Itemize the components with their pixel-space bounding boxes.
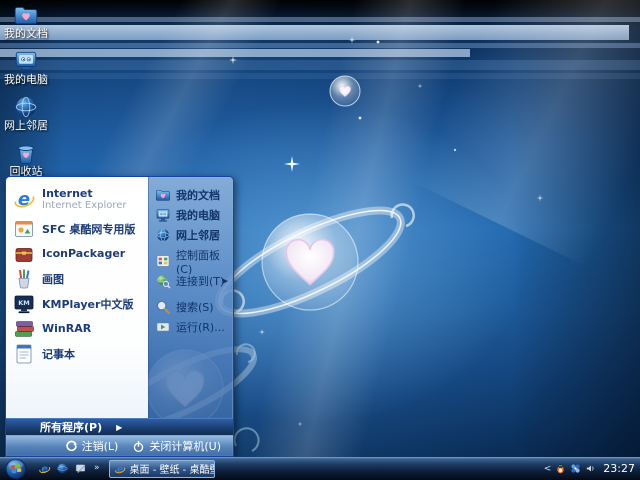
start-menu-item-run[interactable]: 运行(R)... xyxy=(152,317,231,337)
start-menu-item-title: WinRAR xyxy=(42,322,91,335)
start-menu-pinned-column: Internet Internet Explorer SFC 桌酷网专用版 Ic… xyxy=(6,177,148,418)
start-menu-item-iconpackager[interactable]: IconPackager xyxy=(8,241,146,266)
network-places-icon xyxy=(155,227,171,243)
system-tray: < 23:27 xyxy=(544,462,640,475)
start-menu-item-title: Internet xyxy=(42,187,127,200)
start-menu-item-control-panel[interactable]: 控制面板(C) xyxy=(152,251,231,271)
tray-collapse-chevron[interactable]: < xyxy=(544,464,552,474)
log-off-button[interactable]: 注销(L) xyxy=(65,438,119,454)
quick-launch-internet-explorer-icon[interactable] xyxy=(38,462,51,475)
start-menu-item-paint[interactable]: 画图 xyxy=(8,266,146,291)
start-menu-session-bar: 注销(L) 关闭计算机(U) xyxy=(6,435,233,456)
documents-folder-icon xyxy=(13,2,39,28)
kmplayer-icon xyxy=(12,292,36,316)
start-menu-columns: Internet Internet Explorer SFC 桌酷网专用版 Ic… xyxy=(6,177,233,418)
internet-explorer-icon xyxy=(114,463,126,475)
desktop-icon-label: 网上邻居 xyxy=(4,120,48,132)
start-menu-item-title: 画图 xyxy=(42,271,64,287)
taskbar: » 桌面 - 壁纸 - 桌酷壁... < 23:27 xyxy=(0,457,640,480)
desktop-icon-label: 我的电脑 xyxy=(4,74,48,86)
iconpackager-icon xyxy=(12,242,36,266)
start-menu-item-label: 搜索(S) xyxy=(176,299,214,315)
tray-pinwheel-icon[interactable] xyxy=(570,463,581,474)
tray-volume-icon[interactable] xyxy=(585,463,596,474)
tray-messenger-penguin-icon[interactable] xyxy=(555,463,566,474)
start-menu-item-winrar[interactable]: WinRAR xyxy=(8,316,146,341)
recycle-bin-icon xyxy=(13,140,39,166)
start-menu-item-label: 运行(R)... xyxy=(176,319,225,335)
shut-down-label: 关闭计算机(U) xyxy=(149,438,221,454)
winrar-icon xyxy=(12,317,36,341)
network-globe-icon xyxy=(13,94,39,120)
quick-launch-overflow-chevron[interactable]: » xyxy=(92,464,100,473)
desktop-icon-column: 我的文档 我的电脑 网上邻居 回收站 xyxy=(2,2,50,186)
my-documents-icon xyxy=(155,187,171,203)
all-programs-button[interactable]: 所有程序(P) ▶ xyxy=(6,418,233,435)
start-menu-item-subtitle: Internet Explorer xyxy=(42,200,127,211)
sfc-app-icon xyxy=(12,217,36,241)
taskbar-task-button[interactable]: 桌面 - 壁纸 - 桌酷壁... xyxy=(109,460,215,478)
internet-explorer-icon xyxy=(12,187,36,211)
start-menu-item-my-computer[interactable]: 我的电脑 xyxy=(152,205,231,225)
start-menu-item-title: SFC 桌酷网专用版 xyxy=(42,221,135,237)
desktop-icon-network-places[interactable]: 网上邻居 xyxy=(2,94,50,140)
screen: 我的文档 我的电脑 网上邻居 回收站 Internet xyxy=(0,0,640,480)
shut-down-button[interactable]: 关闭计算机(U) xyxy=(132,438,221,454)
notepad-icon xyxy=(12,342,36,366)
search-icon xyxy=(155,299,171,315)
start-menu-item-kmplayer[interactable]: KMPlayer中文版 xyxy=(8,291,146,316)
start-menu-item-title: 记事本 xyxy=(42,346,75,362)
start-menu-item-network-places[interactable]: 网上邻居 xyxy=(152,225,231,245)
my-computer-icon xyxy=(155,207,171,223)
start-menu-item-connect-to[interactable]: 连接到(T) ▶ xyxy=(152,271,231,291)
start-menu-item-notepad[interactable]: 记事本 xyxy=(8,341,146,366)
log-off-label: 注销(L) xyxy=(82,438,119,454)
submenu-arrow-icon: ▶ xyxy=(223,277,228,285)
desktop-icon-my-documents[interactable]: 我的文档 xyxy=(2,2,50,48)
start-menu-item-search[interactable]: 搜索(S) xyxy=(152,297,231,317)
start-menu-item-internet[interactable]: Internet Internet Explorer xyxy=(8,182,146,216)
all-programs-arrow-icon: ▶ xyxy=(116,423,122,432)
control-panel-icon xyxy=(155,253,171,269)
start-menu-item-label: 我的文档 xyxy=(176,187,220,203)
log-off-icon xyxy=(65,440,78,453)
start-menu-item-my-documents[interactable]: 我的文档 xyxy=(152,185,231,205)
start-menu-item-sfc[interactable]: SFC 桌酷网专用版 xyxy=(8,216,146,241)
start-menu-item-label: 我的电脑 xyxy=(176,207,220,223)
show-desktop-icon[interactable] xyxy=(74,462,87,475)
run-icon xyxy=(155,319,171,335)
start-menu-item-label: 网上邻居 xyxy=(176,227,220,243)
start-menu: Internet Internet Explorer SFC 桌酷网专用版 Ic… xyxy=(5,176,234,457)
connect-to-icon xyxy=(155,273,171,289)
start-button[interactable] xyxy=(5,458,27,480)
start-menu-item-title: KMPlayer中文版 xyxy=(42,296,133,312)
power-icon xyxy=(132,440,145,453)
quick-launch-bar: » xyxy=(38,462,100,475)
desktop-icon-label: 我的文档 xyxy=(4,28,48,40)
all-programs-label: 所有程序(P) xyxy=(40,419,102,435)
task-button-label: 桌面 - 壁纸 - 桌酷壁... xyxy=(130,461,215,476)
taskbar-clock[interactable]: 23:27 xyxy=(603,462,635,475)
computer-icon xyxy=(13,48,39,74)
quick-launch-globe-icon[interactable] xyxy=(56,462,69,475)
paint-icon xyxy=(12,267,36,291)
start-menu-item-label: 连接到(T) xyxy=(176,273,224,289)
start-menu-places-column: 我的文档 我的电脑 网上邻居 控制面板(C) 连接到(T) ▶ xyxy=(148,177,233,418)
start-menu-item-title: IconPackager xyxy=(42,247,125,260)
desktop-icon-my-computer[interactable]: 我的电脑 xyxy=(2,48,50,94)
